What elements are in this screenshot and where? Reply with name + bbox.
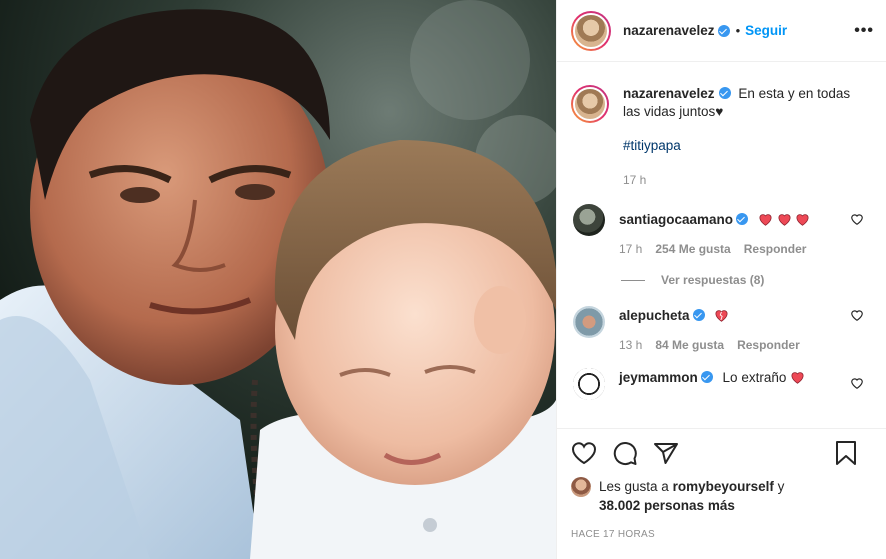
- reply-button[interactable]: Responder: [744, 242, 807, 256]
- comment-item: jeymammon Lo extraño: [571, 368, 872, 400]
- separator-dot: •: [735, 23, 741, 38]
- save-icon[interactable]: [835, 440, 857, 466]
- comment-username[interactable]: santiagocaamano: [619, 212, 733, 227]
- caption-avatar[interactable]: [571, 85, 609, 123]
- comment-avatar[interactable]: [573, 204, 605, 236]
- author-avatar[interactable]: [571, 10, 611, 51]
- verified-icon: [717, 24, 730, 37]
- like-comment-heart-icon[interactable]: [850, 376, 864, 390]
- replies-divider: [621, 279, 645, 281]
- red-heart-emoji-icon: [778, 214, 791, 226]
- view-replies-label[interactable]: Ver respuestas (8): [661, 273, 764, 287]
- likes-conj: y: [777, 479, 785, 494]
- comment-item: alepucheta 13 h 84 Me gusta Responder: [571, 306, 872, 352]
- red-heart-emoji-icon: [791, 372, 804, 384]
- comment-avatar[interactable]: [573, 306, 605, 338]
- verified-icon: [700, 371, 713, 383]
- comment-time: 13 h: [619, 338, 643, 352]
- likes-prefix: Les gusta a: [599, 479, 669, 494]
- comment-username[interactable]: jeymammon: [619, 370, 698, 385]
- red-heart-emoji-icon: [759, 214, 772, 226]
- comment-avatar[interactable]: [573, 368, 605, 400]
- caption-time: 17 h: [623, 173, 647, 187]
- comment-item: santiagocaamano 17 h 254 Me gusta Respon…: [571, 204, 872, 256]
- comment-meta: 17 h 254 Me gusta Responder: [619, 242, 810, 256]
- likes-count-link[interactable]: 38.002 personas más: [599, 498, 735, 513]
- view-replies-button[interactable]: Ver respuestas (8): [621, 273, 872, 287]
- broken-heart-emoji-icon: [715, 310, 728, 322]
- comment-meta: 13 h 84 Me gusta Responder: [619, 338, 800, 352]
- liker-username[interactable]: romybeyourself: [673, 479, 774, 494]
- comment-likes[interactable]: 84 Me gusta: [655, 338, 724, 352]
- comment-time: 17 h: [619, 242, 643, 256]
- follow-button[interactable]: Seguir: [745, 23, 787, 38]
- heart-icon[interactable]: [571, 441, 597, 465]
- reply-button[interactable]: Responder: [737, 338, 800, 352]
- comment-text: Lo extraño: [722, 370, 787, 385]
- post-header: nazarenavelez • Seguir •••: [557, 0, 886, 62]
- post-panel: nazarenavelez • Seguir ••• nazarenavelez…: [556, 0, 886, 559]
- caption-username[interactable]: nazarenavelez: [623, 86, 715, 101]
- liker-avatar[interactable]: [571, 477, 591, 497]
- comments-section[interactable]: nazarenavelez En esta y en todas las vid…: [557, 63, 886, 428]
- comment-username[interactable]: alepucheta: [619, 308, 690, 323]
- like-comment-heart-icon[interactable]: [850, 212, 864, 226]
- likes-summary: Les gusta a romybeyourself y 38.002 pers…: [571, 477, 872, 515]
- verified-icon: [718, 87, 731, 99]
- caption: nazarenavelez En esta y en todas las vid…: [571, 85, 872, 189]
- posted-time: HACE 17 HORAS: [571, 529, 655, 540]
- comment-likes[interactable]: 254 Me gusta: [655, 242, 730, 256]
- more-icon[interactable]: •••: [854, 22, 874, 40]
- action-bar: [571, 429, 872, 477]
- post-actions: Les gusta a romybeyourself y 38.002 pers…: [557, 428, 886, 559]
- author-username[interactable]: nazarenavelez: [623, 23, 715, 38]
- like-comment-heart-icon[interactable]: [850, 308, 864, 322]
- hashtag-link[interactable]: #titiypapa: [623, 137, 853, 155]
- verified-icon: [736, 213, 749, 225]
- verified-icon: [692, 309, 705, 321]
- comment-icon[interactable]: [612, 440, 638, 466]
- post-photo[interactable]: [0, 0, 556, 559]
- share-icon[interactable]: [653, 441, 679, 465]
- red-heart-emoji-icon: [796, 214, 809, 226]
